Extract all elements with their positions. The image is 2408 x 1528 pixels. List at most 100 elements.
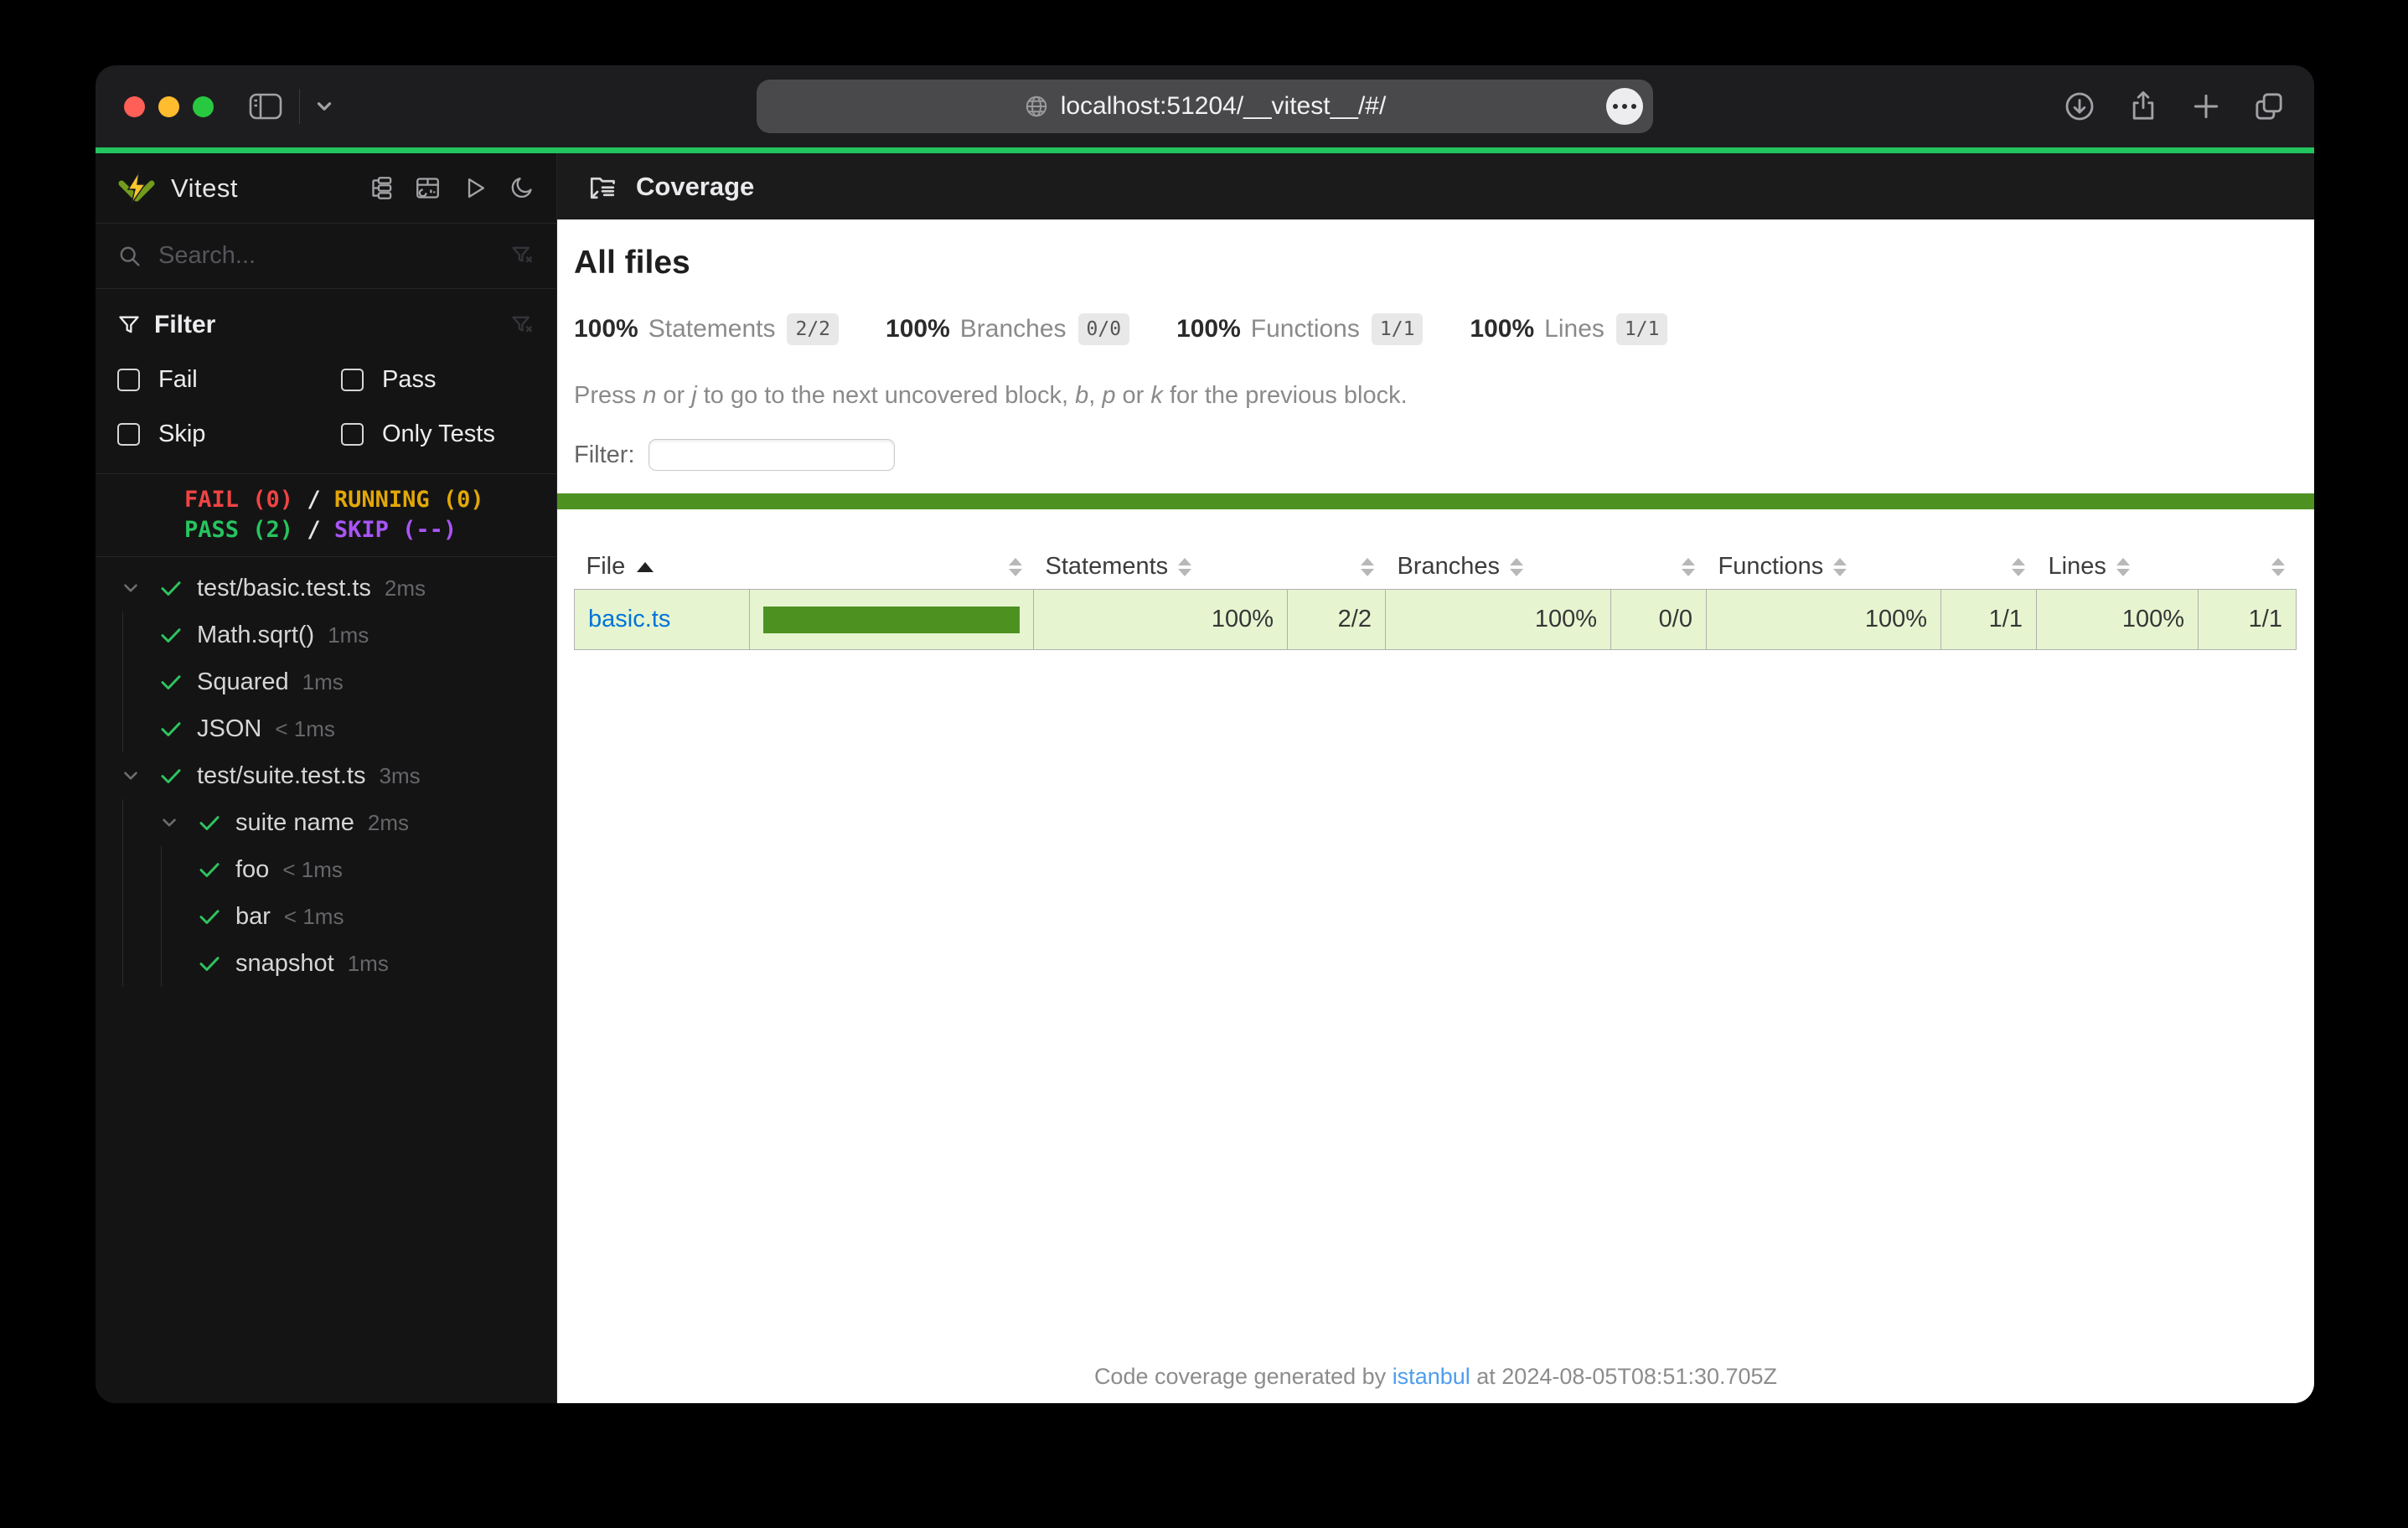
duration-badge: 2ms: [384, 575, 426, 601]
column-header-branches[interactable]: Branches: [1386, 545, 1611, 590]
coverage-header: Coverage: [557, 153, 2314, 219]
duration-badge: 1ms: [302, 668, 344, 694]
sort-icon[interactable]: [1008, 557, 1022, 576]
checkbox-icon[interactable]: [341, 369, 364, 391]
test-tree-item[interactable]: Squared 1ms: [96, 658, 556, 705]
column-header-lines[interactable]: Lines: [2037, 545, 2199, 590]
tab-overview-icon[interactable]: [2252, 90, 2286, 123]
share-icon[interactable]: [2126, 90, 2160, 123]
sort-icon[interactable]: [1833, 558, 1847, 577]
column-header-file[interactable]: File: [575, 545, 750, 590]
fraction-badge: 1/1: [1371, 313, 1424, 345]
duration-badge: 1ms: [328, 622, 369, 648]
filter-label: Filter: [154, 311, 216, 338]
address-bar[interactable]: localhost:51204/__vitest__/#/: [757, 80, 1653, 133]
search-input[interactable]: [158, 242, 510, 270]
test-tree-item[interactable]: snapshot 1ms: [96, 940, 556, 987]
chevron-down-icon[interactable]: [120, 577, 158, 599]
duration-badge: < 1ms: [275, 715, 335, 741]
search-icon: [117, 244, 142, 268]
lines-raw-cell: 1/1: [2198, 589, 2297, 650]
check-icon: [197, 951, 235, 976]
check-icon: [197, 904, 235, 929]
test-tree-item[interactable]: bar < 1ms: [96, 893, 556, 940]
fraction-badge: 0/0: [1077, 313, 1130, 345]
checkbox-icon[interactable]: [341, 423, 364, 446]
sidebar-header: Vitest: [96, 153, 556, 224]
column-header-branches-raw[interactable]: [1611, 545, 1707, 590]
check-icon: [197, 810, 235, 835]
run-all-icon[interactable]: [462, 175, 488, 201]
minimize-button[interactable]: [158, 96, 179, 117]
test-tree-item[interactable]: JSON < 1ms: [96, 705, 556, 752]
sort-icon[interactable]: [1360, 557, 1374, 576]
dashboard-icon[interactable]: [415, 175, 441, 201]
check-icon: [158, 669, 197, 694]
check-icon: [158, 622, 197, 648]
toolbar-divider: [299, 89, 300, 124]
coverage-bar-cell: [749, 589, 1034, 650]
sort-icon[interactable]: [2011, 557, 2025, 576]
test-tree-item[interactable]: foo < 1ms: [96, 846, 556, 893]
coverage-footer: Code coverage generated by istanbul at 2…: [1093, 1364, 1778, 1389]
checkbox-icon[interactable]: [117, 423, 140, 446]
chevron-down-icon[interactable]: [158, 812, 197, 834]
check-icon: [158, 716, 197, 741]
stat-statements: 100% Statements 2/2: [574, 313, 840, 345]
sidebar-toggle-icon[interactable]: [249, 93, 282, 120]
vitest-logo-icon: [117, 170, 156, 207]
coverage-stats: 100% Statements 2/2 100% Branches 0/0 10…: [574, 313, 2297, 345]
status-line-1: FAIL (0) / RUNNING (0): [184, 487, 484, 513]
column-header-lines-raw[interactable]: [2199, 545, 2297, 590]
test-tree-item-file[interactable]: test/basic.test.ts 2ms: [96, 565, 556, 612]
sort-icon[interactable]: [2271, 557, 2285, 576]
test-tree-item-file[interactable]: test/suite.test.ts 3ms: [96, 752, 556, 799]
sort-icon[interactable]: [1681, 557, 1695, 576]
status-line-2: PASS (2) / SKIP (--): [184, 517, 457, 543]
coverage-status-bar: [557, 493, 2314, 509]
filter-section: Filter Fail Pass Skip Only Tests: [96, 289, 556, 473]
functions-pct-cell: 100%: [1706, 589, 1941, 650]
duration-badge: < 1ms: [282, 856, 343, 882]
sort-icon[interactable]: [2116, 558, 2130, 577]
coverage-filter-input[interactable]: [648, 439, 895, 471]
filter-checkbox-skip[interactable]: Skip: [117, 421, 341, 448]
duration-badge: 3ms: [379, 762, 421, 788]
url-text: localhost:51204/__vitest__/#/: [1060, 92, 1387, 120]
tree-view-icon[interactable]: [368, 175, 394, 201]
sort-icon[interactable]: [1178, 558, 1192, 577]
zoom-button[interactable]: [193, 96, 214, 117]
download-icon[interactable]: [2063, 90, 2096, 123]
column-header-functions-raw[interactable]: [1941, 545, 2037, 590]
filter-checkbox-only-tests[interactable]: Only Tests: [341, 421, 535, 448]
sort-icon[interactable]: [1510, 558, 1524, 577]
fraction-badge: 2/2: [787, 313, 840, 345]
filter-checkbox-pass[interactable]: Pass: [341, 366, 535, 394]
browser-window: localhost:51204/__vitest__/#/ Vitest Sea…: [96, 65, 2314, 1403]
column-header-bar[interactable]: [750, 545, 1034, 590]
column-header-statements[interactable]: Statements: [1034, 545, 1288, 590]
filter-checkbox-fail[interactable]: Fail: [117, 366, 341, 394]
checkbox-icon[interactable]: [117, 369, 140, 391]
chevron-down-icon[interactable]: [120, 765, 158, 787]
duration-badge: 1ms: [347, 950, 389, 976]
file-link[interactable]: basic.ts: [588, 606, 670, 632]
globe-icon: [1024, 94, 1049, 119]
column-header-statements-raw[interactable]: [1288, 545, 1386, 590]
new-tab-icon[interactable]: [2190, 90, 2222, 122]
chevron-down-icon[interactable]: [313, 96, 335, 117]
column-header-functions[interactable]: Functions: [1707, 545, 1941, 590]
coverage-filter-row: Filter:: [574, 438, 2297, 472]
test-tree-item-suite[interactable]: suite name 2ms: [96, 799, 556, 846]
statements-pct-cell: 100%: [1033, 589, 1288, 650]
close-button[interactable]: [124, 96, 145, 117]
dark-mode-icon[interactable]: [509, 175, 535, 201]
clear-search-filter-icon[interactable]: [510, 244, 535, 268]
search-bar: [96, 224, 556, 289]
vitest-sidebar: Vitest Search... Filter Fail Pass Skip O…: [96, 153, 556, 1403]
test-tree-item[interactable]: Math.sqrt() 1ms: [96, 612, 556, 658]
more-icon[interactable]: [1606, 88, 1643, 125]
istanbul-link[interactable]: istanbul: [1393, 1364, 1470, 1389]
stat-lines: 100% Lines 1/1: [1470, 313, 1668, 345]
clear-filter-icon[interactable]: [510, 313, 535, 338]
